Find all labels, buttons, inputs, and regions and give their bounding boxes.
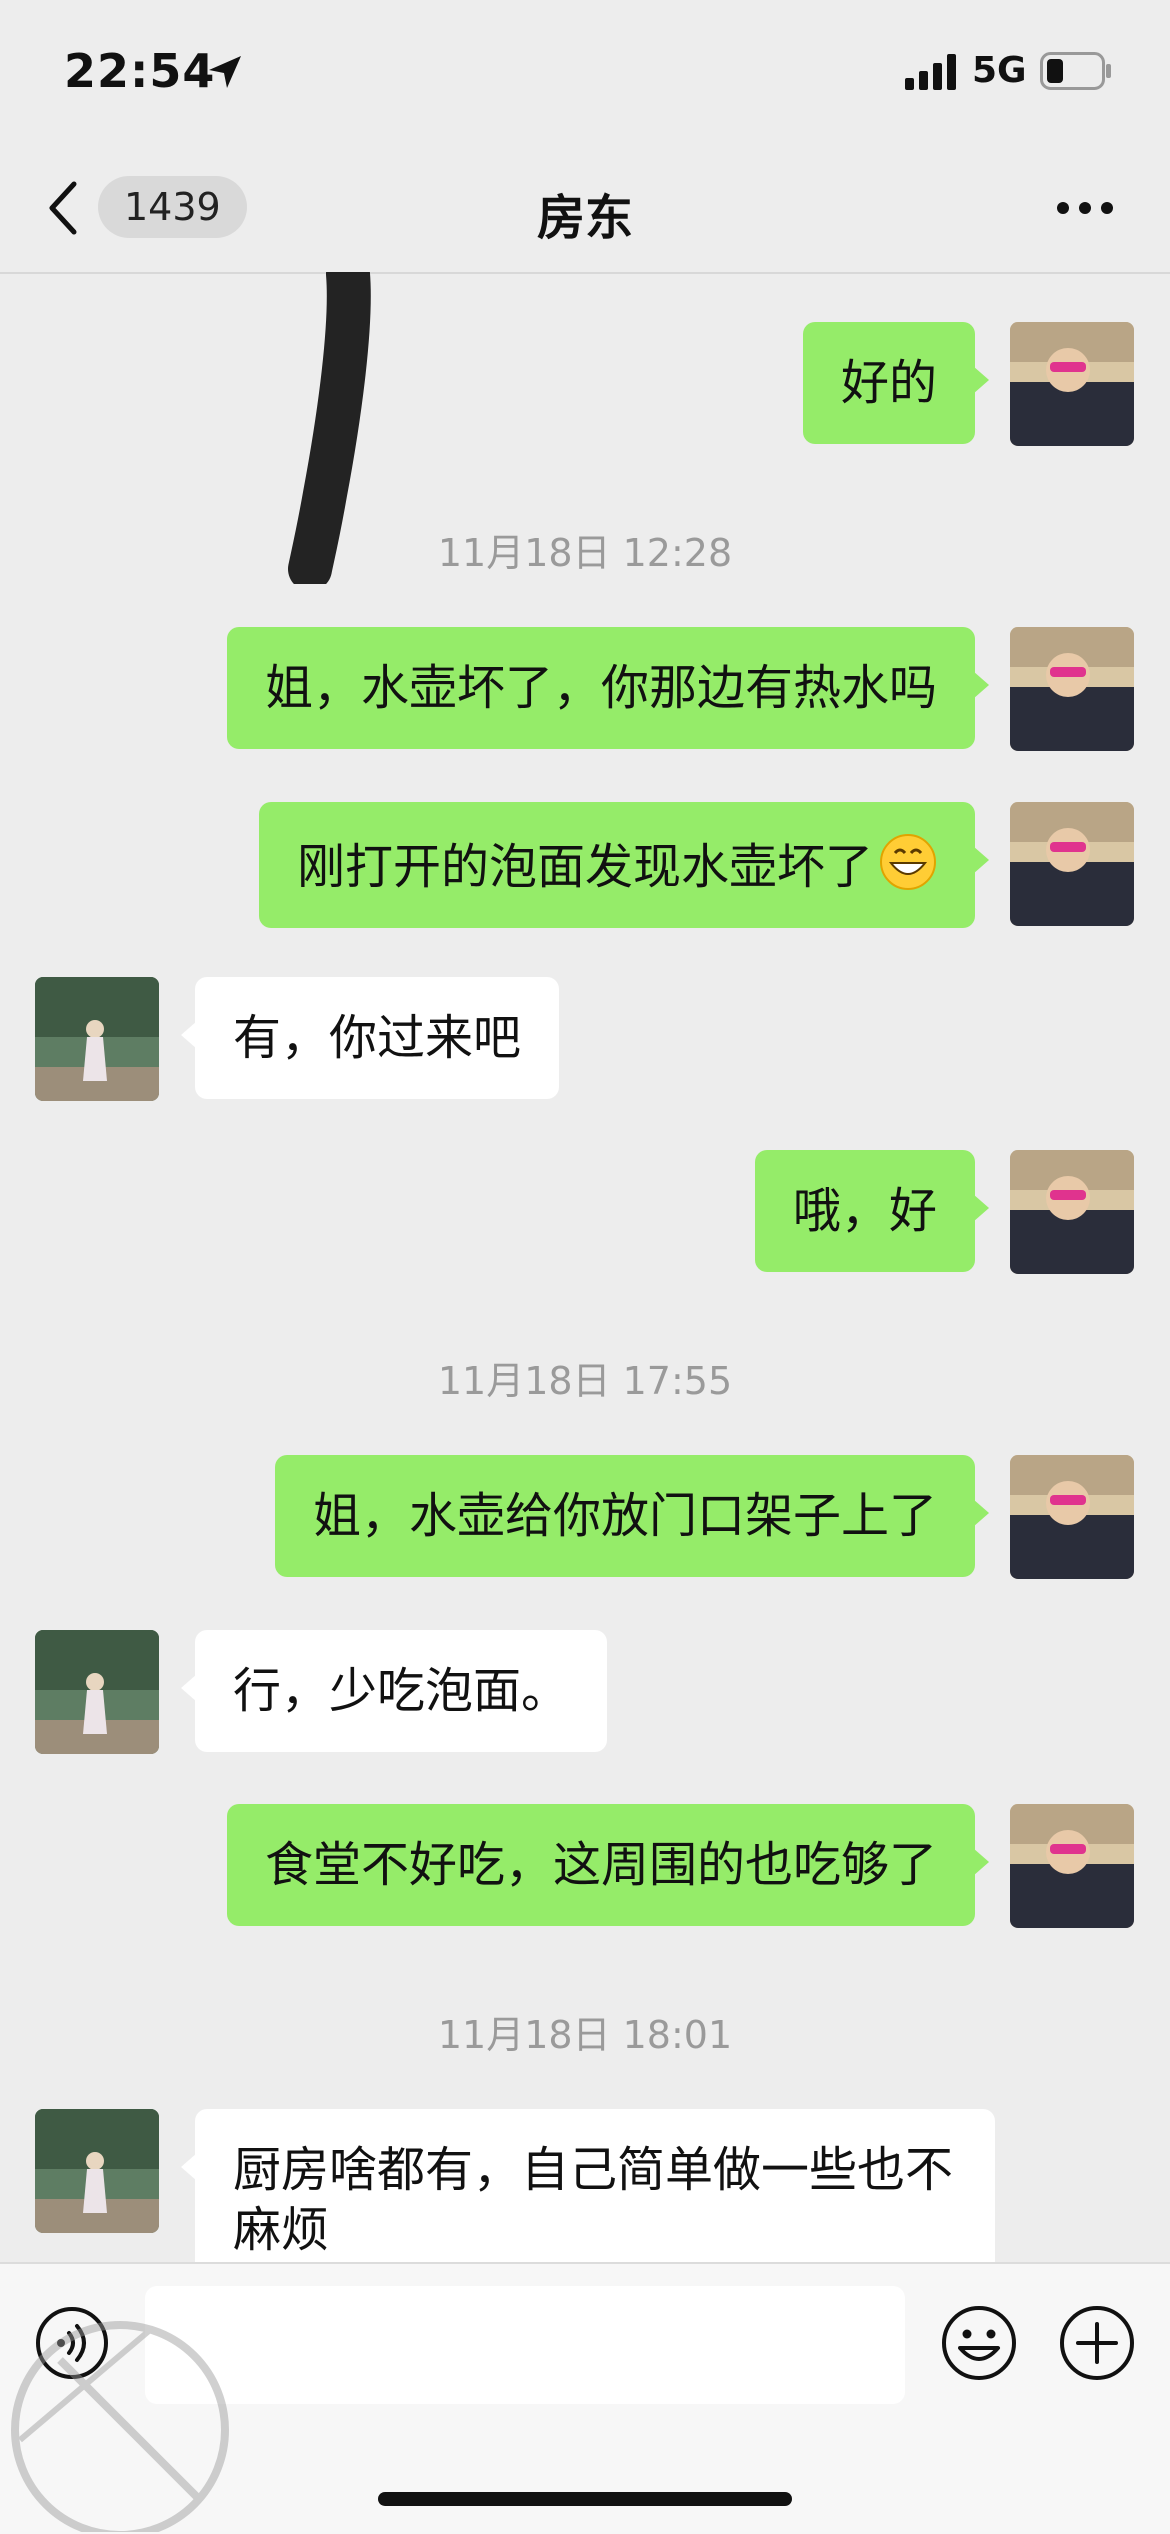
contact-avatar[interactable] [35, 1630, 159, 1754]
my-avatar[interactable] [1010, 627, 1134, 751]
my-avatar[interactable] [1010, 322, 1134, 446]
my-avatar[interactable] [1010, 1150, 1134, 1274]
my-avatar[interactable] [1010, 1455, 1134, 1579]
message-bubble-sent[interactable]: 刚打开的泡面发现水壶坏了 [258, 802, 990, 928]
cellular-signal-icon [905, 54, 956, 90]
message-bubble-sent[interactable]: 食堂不好吃，这周围的也吃够了 [226, 1804, 990, 1926]
contact-avatar[interactable] [35, 2109, 159, 2233]
my-avatar[interactable] [1010, 1804, 1134, 1928]
unread-count-badge[interactable]: 1439 [98, 176, 247, 238]
contact-avatar[interactable] [35, 977, 159, 1101]
location-arrow-icon [209, 56, 241, 88]
message-timestamp: 11月18日 17:55 [437, 1359, 733, 1403]
status-time: 22:54 [64, 44, 216, 98]
message-bubble-received[interactable]: 厨房啥都有，自己简单做一些也不麻烦 [181, 2109, 995, 2262]
message-timestamp: 11月18日 12:28 [437, 531, 733, 575]
network-type: 5G [972, 50, 1027, 91]
site-watermark-seal [11, 2321, 229, 2532]
message-bubble-sent[interactable]: 姐，水壶给你放门口架子上了 [274, 1455, 990, 1577]
message-bubble-sent[interactable]: 好的 [802, 322, 990, 444]
message-input[interactable] [145, 2286, 905, 2404]
chat-header: 房东 1439 [0, 150, 1170, 274]
my-avatar[interactable] [1010, 802, 1134, 926]
back-chevron-icon[interactable] [44, 178, 80, 238]
message-bubble-received[interactable]: 行，少吃泡面。 [180, 1630, 608, 1752]
message-list[interactable]: 好的 11月18日 12:28 姐，水壶坏了，你那边有热水吗 刚打开的泡面发现水… [0, 272, 1170, 2262]
grinning-face-emoji-icon [880, 834, 936, 890]
battery-icon [1040, 52, 1111, 90]
add-more-plus-icon[interactable] [1058, 2304, 1136, 2382]
message-timestamp: 11月18日 18:01 [437, 2013, 733, 2057]
more-options-icon[interactable] [1055, 198, 1115, 218]
emoji-smiley-icon[interactable] [940, 2304, 1018, 2382]
message-text: 刚打开的泡面发现水壶坏了 [296, 839, 873, 895]
status-bar: 22:54 5G [0, 0, 1170, 150]
message-bubble-received[interactable]: 有，你过来吧 [180, 977, 560, 1099]
home-indicator [378, 2492, 792, 2506]
message-bubble-sent[interactable]: 姐，水壶坏了，你那边有热水吗 [226, 627, 990, 749]
message-bubble-sent[interactable]: 哦，好 [754, 1150, 990, 1272]
